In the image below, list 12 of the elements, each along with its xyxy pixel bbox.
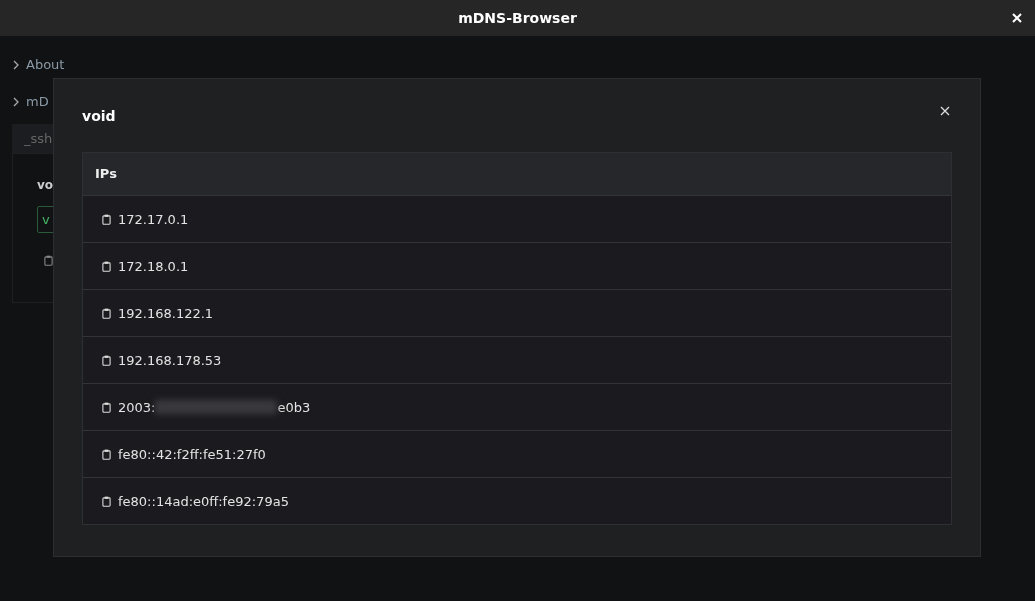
ip-address: 192.168.122.1 xyxy=(118,305,214,321)
ip-address: fe80::42:f2ff:fe51:27f0 xyxy=(118,446,266,462)
dialog-title: void xyxy=(82,107,116,124)
ip-address-prefix: 2003: xyxy=(118,399,156,415)
ip-address: 192.168.178.53 xyxy=(118,352,222,368)
host-name: vo xyxy=(37,178,54,192)
ip-address: 172.17.0.1 xyxy=(118,211,189,227)
ip-address: fe80::14ad:e0ff:fe92:79a5 xyxy=(118,493,289,509)
ip-address: 172.18.0.1 xyxy=(118,258,189,274)
ip-address-suffix: e0b3 xyxy=(277,399,311,415)
window-title: mDNS-Browser xyxy=(458,10,577,26)
table-header: IPs xyxy=(83,153,951,195)
